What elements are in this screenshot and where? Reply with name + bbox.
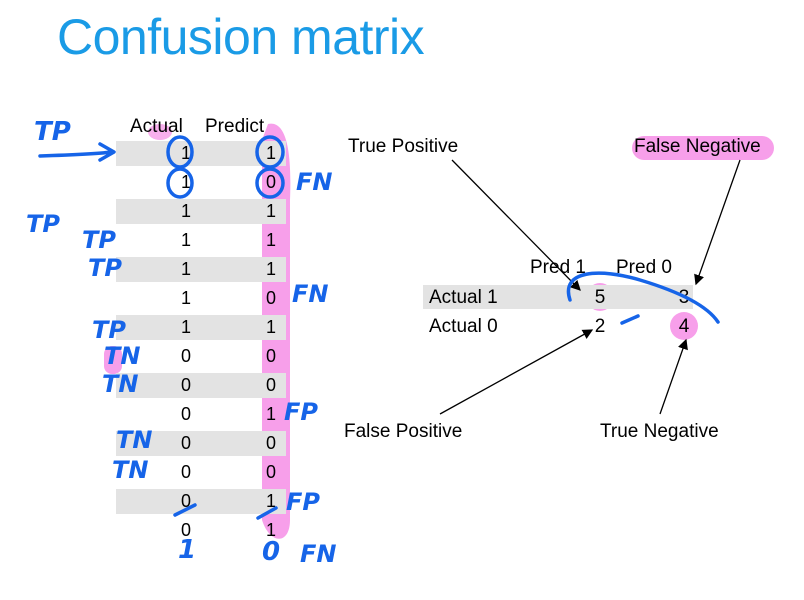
ink-label-tn-1: TN bbox=[104, 342, 140, 370]
ink-label-tp-1: TP bbox=[34, 117, 71, 147]
ink-label-tp-4: TP bbox=[88, 254, 122, 282]
ink-diag-stroke bbox=[620, 314, 640, 325]
ink-label-tp-3: TP bbox=[82, 226, 116, 254]
ink-label-tn-2: TN bbox=[102, 370, 138, 398]
ink-label-tn-3: TN bbox=[116, 426, 152, 454]
ink-tp-cell-loop bbox=[566, 271, 720, 324]
ink-label-fn-3: FN bbox=[300, 540, 336, 568]
ink-label-fp-2: FP bbox=[286, 488, 320, 516]
ink-label-tn-4: TN bbox=[112, 456, 148, 484]
arrow-true-positive bbox=[451, 159, 581, 291]
ink-bottom-strike-actual bbox=[173, 503, 197, 517]
ink-bottom-actual: 1 bbox=[178, 535, 196, 565]
ink-circle-actual-row2 bbox=[166, 167, 194, 199]
ink-label-tp-2: TP bbox=[26, 210, 60, 238]
arrow-false-negative bbox=[694, 159, 741, 286]
ink-bottom-predict: 0 bbox=[262, 537, 280, 567]
ink-label-fn-1: FN bbox=[296, 168, 332, 196]
ink-circle-predict-row2 bbox=[255, 167, 285, 199]
ink-label-fn-2: FN bbox=[292, 280, 328, 308]
ink-circle-actual-row1 bbox=[166, 135, 194, 169]
ink-label-fp-1: FP bbox=[284, 398, 318, 426]
ink-bottom-strike-predict bbox=[256, 506, 278, 520]
arrow-true-negative bbox=[659, 338, 688, 415]
ink-label-tp-5: TP bbox=[92, 316, 126, 344]
ink-circle-predict-row1 bbox=[255, 135, 285, 169]
ink-layer: TP TP TP TP TP TN TN TN TN FN FN FN FP F… bbox=[26, 117, 741, 568]
arrow-false-positive bbox=[439, 329, 594, 415]
